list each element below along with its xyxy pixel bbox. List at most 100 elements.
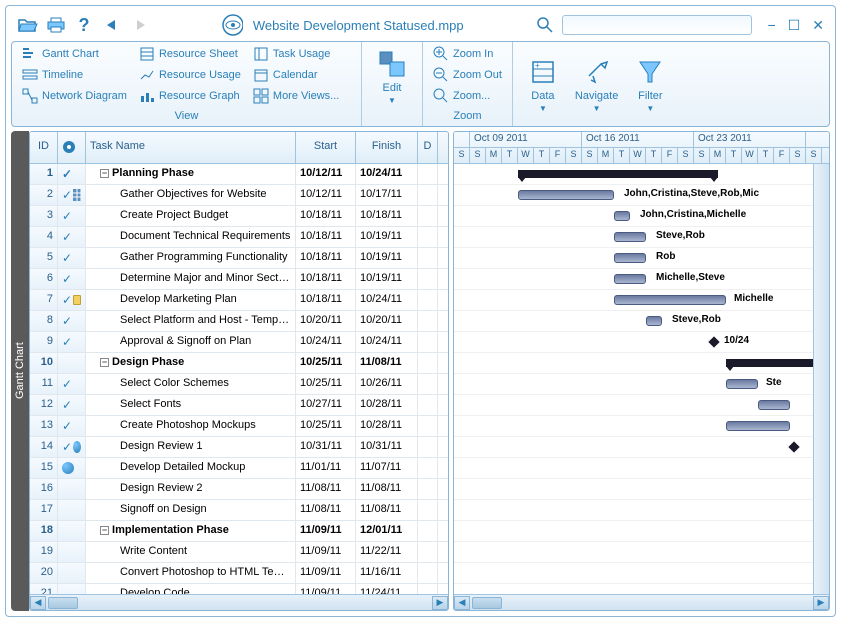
summary-bar[interactable]	[518, 170, 718, 178]
task-bar[interactable]	[726, 421, 790, 431]
table-row[interactable]: 12✓Select Fonts10/27/1110/28/11	[30, 395, 448, 416]
cell-task-name[interactable]: Write Content	[86, 542, 296, 562]
col-task-name[interactable]: Task Name	[86, 132, 296, 163]
col-d[interactable]: D	[418, 132, 438, 163]
cell-task-name[interactable]: Develop Detailed Mockup	[86, 458, 296, 478]
table-row[interactable]: 6✓Determine Major and Minor Sections10/1…	[30, 269, 448, 290]
cell-finish[interactable]: 12/01/11	[356, 521, 418, 541]
task-bar[interactable]	[614, 274, 646, 284]
collapse-toggle[interactable]: −	[100, 358, 109, 367]
task-bar[interactable]	[518, 190, 614, 200]
cell-d[interactable]	[418, 458, 438, 478]
cell-d[interactable]	[418, 311, 438, 331]
cell-finish[interactable]: 10/24/11	[356, 332, 418, 352]
resource-graph-button[interactable]: Resource Graph	[135, 86, 245, 106]
table-row[interactable]: 2✓Gather Objectives for Website10/12/111…	[30, 185, 448, 206]
col-indicator[interactable]	[58, 132, 86, 163]
side-tab-gantt[interactable]: Gantt Chart	[11, 131, 29, 611]
navigate-button[interactable]: Navigate ▼	[567, 44, 626, 124]
cell-d[interactable]	[418, 416, 438, 436]
scroll-right-icon[interactable]: ▶	[432, 596, 448, 610]
cell-finish[interactable]: 10/26/11	[356, 374, 418, 394]
calendar-button[interactable]: Calendar	[249, 65, 343, 85]
cell-finish[interactable]: 10/19/11	[356, 269, 418, 289]
table-row[interactable]: 9✓Approval & Signoff on Plan10/24/1110/2…	[30, 332, 448, 353]
table-row[interactable]: 17Signoff on Design11/08/1111/08/11	[30, 500, 448, 521]
grid-scrollbar-h[interactable]: ◀ ▶	[30, 594, 448, 610]
cell-start[interactable]: 11/09/11	[296, 542, 356, 562]
cell-start[interactable]: 10/27/11	[296, 395, 356, 415]
cell-finish[interactable]: 11/22/11	[356, 542, 418, 562]
cell-finish[interactable]: 11/16/11	[356, 563, 418, 583]
cell-start[interactable]: 10/31/11	[296, 437, 356, 457]
table-row[interactable]: 20Convert Photoshop to HTML Templ...11/0…	[30, 563, 448, 584]
collapse-toggle[interactable]: −	[100, 526, 109, 535]
cell-task-name[interactable]: Design Review 1	[86, 437, 296, 457]
table-row[interactable]: 3✓Create Project Budget10/18/1110/18/11	[30, 206, 448, 227]
milestone-diamond[interactable]	[708, 336, 719, 347]
table-row[interactable]: 11✓Select Color Schemes10/25/1110/26/11	[30, 374, 448, 395]
eye-icon[interactable]	[221, 15, 243, 35]
cell-start[interactable]: 10/18/11	[296, 206, 356, 226]
cell-start[interactable]: 10/24/11	[296, 332, 356, 352]
cell-d[interactable]	[418, 206, 438, 226]
cell-d[interactable]	[418, 185, 438, 205]
cell-task-name[interactable]: − Implementation Phase	[86, 521, 296, 541]
cell-finish[interactable]: 10/18/11	[356, 206, 418, 226]
filter-button[interactable]: Filter ▼	[626, 44, 674, 124]
cell-task-name[interactable]: Gather Programming Functionality	[86, 248, 296, 268]
table-row[interactable]: 10− Design Phase10/25/1111/08/11	[30, 353, 448, 374]
zoom-out-button[interactable]: Zoom Out	[429, 65, 506, 85]
more-views-button[interactable]: More Views...	[249, 86, 343, 106]
open-icon[interactable]	[17, 15, 39, 35]
col-start[interactable]: Start	[296, 132, 356, 163]
cell-finish[interactable]: 10/20/11	[356, 311, 418, 331]
cell-task-name[interactable]: Gather Objectives for Website	[86, 185, 296, 205]
back-icon[interactable]	[101, 15, 123, 35]
cell-start[interactable]: 10/25/11	[296, 353, 356, 373]
col-finish[interactable]: Finish	[356, 132, 418, 163]
cell-finish[interactable]: 10/19/11	[356, 227, 418, 247]
task-bar[interactable]	[726, 379, 758, 389]
cell-task-name[interactable]: Select Fonts	[86, 395, 296, 415]
task-bar[interactable]	[614, 232, 646, 242]
cell-task-name[interactable]: − Design Phase	[86, 353, 296, 373]
table-row[interactable]: 15Develop Detailed Mockup11/01/1111/07/1…	[30, 458, 448, 479]
cell-d[interactable]	[418, 563, 438, 583]
cell-start[interactable]: 11/08/11	[296, 479, 356, 499]
cell-d[interactable]	[418, 584, 438, 594]
cell-task-name[interactable]: Select Platform and Host - Tempor...	[86, 311, 296, 331]
scroll-left-icon[interactable]: ◀	[454, 596, 470, 610]
table-row[interactable]: 16Design Review 211/08/1111/08/11	[30, 479, 448, 500]
timeline-button[interactable]: Timeline	[18, 65, 131, 85]
scroll-thumb[interactable]	[48, 597, 78, 609]
resource-usage-button[interactable]: Resource Usage	[135, 65, 245, 85]
summary-bar[interactable]	[726, 359, 826, 367]
resource-sheet-button[interactable]: Resource Sheet	[135, 44, 245, 64]
zoom-button[interactable]: Zoom...	[429, 86, 506, 106]
cell-start[interactable]: 11/09/11	[296, 563, 356, 583]
cell-d[interactable]	[418, 395, 438, 415]
maximize-icon[interactable]: ☐	[788, 17, 801, 34]
cell-task-name[interactable]: Determine Major and Minor Sections	[86, 269, 296, 289]
cell-finish[interactable]: 11/08/11	[356, 479, 418, 499]
cell-start[interactable]: 10/25/11	[296, 416, 356, 436]
print-icon[interactable]	[45, 15, 67, 35]
cell-start[interactable]: 11/09/11	[296, 521, 356, 541]
cell-task-name[interactable]: − Planning Phase	[86, 164, 296, 184]
cell-start[interactable]: 10/18/11	[296, 269, 356, 289]
cell-d[interactable]	[418, 521, 438, 541]
search-icon[interactable]	[534, 15, 556, 35]
cell-task-name[interactable]: Develop Marketing Plan	[86, 290, 296, 310]
table-row[interactable]: 14✓Design Review 110/31/1110/31/11	[30, 437, 448, 458]
cell-d[interactable]	[418, 542, 438, 562]
cell-finish[interactable]: 11/07/11	[356, 458, 418, 478]
cell-d[interactable]	[418, 290, 438, 310]
cell-finish[interactable]: 11/08/11	[356, 353, 418, 373]
task-bar[interactable]	[614, 295, 726, 305]
cell-task-name[interactable]: Approval & Signoff on Plan	[86, 332, 296, 352]
cell-finish[interactable]: 10/19/11	[356, 248, 418, 268]
cell-task-name[interactable]: Document Technical Requirements	[86, 227, 296, 247]
cell-d[interactable]	[418, 332, 438, 352]
network-diagram-button[interactable]: Network Diagram	[18, 86, 131, 106]
